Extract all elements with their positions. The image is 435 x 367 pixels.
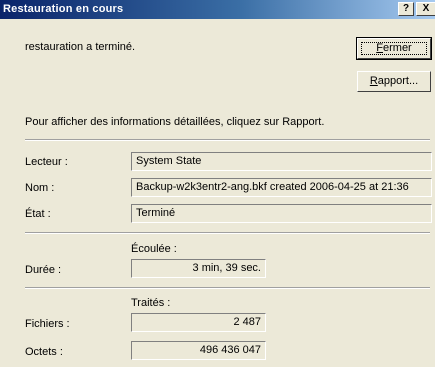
close-window-button[interactable]: X bbox=[416, 2, 435, 16]
processed-header: Traités : bbox=[131, 297, 171, 309]
report-button-label: Rapport... bbox=[369, 75, 419, 87]
focus-rect bbox=[361, 42, 427, 55]
close-button[interactable]: Fermer bbox=[356, 37, 432, 60]
files-label: Fichiers : bbox=[25, 318, 70, 330]
duration-label: Durée : bbox=[25, 264, 62, 276]
status-text: restauration a terminé. bbox=[25, 41, 136, 53]
elapsed-header: Écoulée : bbox=[131, 243, 177, 255]
separator bbox=[25, 139, 430, 141]
state-label: État : bbox=[25, 208, 51, 220]
separator bbox=[25, 287, 430, 289]
drive-field: System State bbox=[131, 152, 432, 171]
drive-label: Lecteur : bbox=[25, 156, 68, 168]
info-text: Pour afficher des informations détaillée… bbox=[25, 116, 325, 128]
state-field: Terminé bbox=[131, 204, 432, 223]
name-label: Nom : bbox=[25, 182, 55, 194]
separator bbox=[25, 232, 430, 234]
close-icon: X bbox=[422, 3, 430, 14]
window-title: Restauration en cours bbox=[3, 3, 124, 15]
bytes-field: 496 436 047 bbox=[131, 341, 266, 360]
bytes-label: Octets : bbox=[25, 346, 63, 358]
help-button[interactable]: ? bbox=[398, 2, 414, 16]
help-icon: ? bbox=[402, 3, 410, 14]
duration-field: 3 min, 39 sec. bbox=[131, 259, 266, 278]
files-field: 2 487 bbox=[131, 313, 266, 332]
title-bar: Restauration en cours ? X bbox=[0, 0, 435, 19]
name-field: Backup-w2k3entr2-ang.bkf created 2006-04… bbox=[131, 178, 432, 197]
report-button[interactable]: Rapport... bbox=[357, 71, 431, 92]
